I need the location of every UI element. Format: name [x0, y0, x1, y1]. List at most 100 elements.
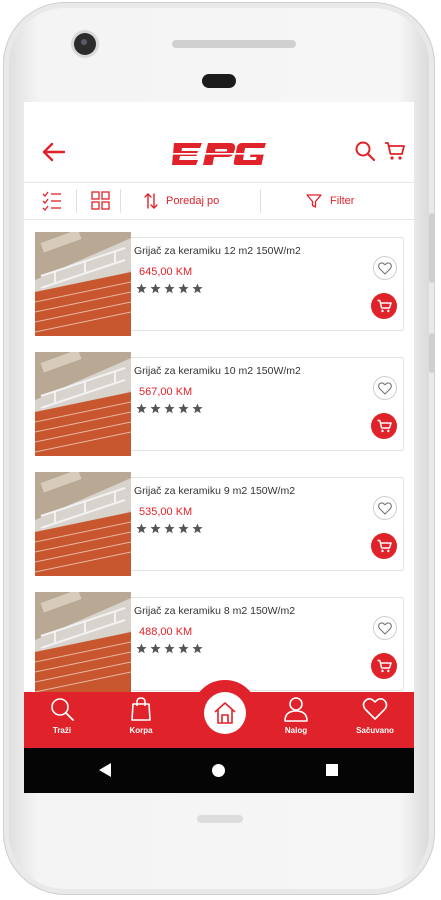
product-price: 488,00 KM: [139, 626, 193, 638]
star-icon: [192, 523, 203, 534]
favorite-button[interactable]: [373, 616, 397, 640]
rating-stars: [136, 403, 203, 414]
nav-label-bag: Korpa: [129, 726, 153, 735]
star-icon: [192, 403, 203, 414]
nav-label-account: Nalog: [284, 726, 308, 735]
app-bar: [24, 102, 414, 182]
home-icon: [214, 702, 236, 724]
toolbar-divider: [76, 189, 77, 213]
star-icon: [192, 283, 203, 294]
product-price: 645,00 KM: [139, 266, 193, 278]
rating-stars: [136, 523, 203, 534]
star-icon: [136, 643, 147, 654]
toolbar-divider: [260, 189, 261, 213]
volume-button: [429, 213, 435, 283]
product-price: 535,00 KM: [139, 506, 193, 518]
filter-icon: [306, 194, 322, 208]
product-name: Grijač za keramiku 9 m2 150W/m2: [134, 485, 296, 497]
star-icon: [164, 283, 175, 294]
earpiece-speaker: [172, 40, 296, 48]
cart-icon[interactable]: [384, 140, 406, 162]
star-icon: [150, 283, 161, 294]
search-icon: [51, 698, 74, 721]
star-icon: [164, 403, 175, 414]
product-name: Grijač za keramiku 8 m2 150W/m2: [134, 605, 296, 617]
product-card[interactable]: Grijač za keramiku 9 m2 150W/m2 535,00 K…: [35, 472, 404, 576]
product-name: Grijač za keramiku 12 m2 150W/m2: [134, 245, 301, 257]
star-icon: [150, 523, 161, 534]
product-image: [35, 592, 131, 692]
product-card[interactable]: Grijač za keramiku 10 m2 150W/m2 567,00 …: [35, 352, 404, 456]
add-to-cart-button[interactable]: [371, 533, 397, 559]
sort-button[interactable]: Poredaj po: [144, 190, 219, 212]
filter-button[interactable]: Filter: [306, 190, 354, 212]
proximity-sensor: [202, 74, 236, 88]
list-view-icon[interactable]: [40, 190, 64, 212]
epg-logo: [172, 143, 266, 165]
heart-icon: [378, 501, 392, 515]
add-to-cart-button[interactable]: [371, 653, 397, 679]
user-icon: [284, 697, 308, 722]
add-to-cart-button[interactable]: [371, 413, 397, 439]
cart-icon: [377, 539, 392, 553]
product-image: [35, 352, 131, 456]
star-icon: [178, 523, 189, 534]
nav-item-saved[interactable]: Sačuvano: [350, 696, 400, 744]
grid-view-icon[interactable]: [88, 190, 112, 212]
star-icon: [150, 643, 161, 654]
nav-item-account[interactable]: Nalog: [271, 696, 321, 744]
system-navigation-bar: [24, 748, 414, 793]
cart-icon: [377, 299, 392, 313]
product-image: [35, 232, 131, 336]
system-home-icon[interactable]: [212, 764, 225, 777]
nav-label-saved: Sačuvano: [356, 726, 394, 735]
heart-icon: [362, 698, 388, 720]
heart-icon: [378, 381, 392, 395]
home-button[interactable]: [192, 680, 258, 746]
product-price: 567,00 KM: [139, 386, 193, 398]
system-recents-icon[interactable]: [326, 764, 338, 776]
star-icon: [150, 403, 161, 414]
favorite-button[interactable]: [373, 496, 397, 520]
nav-item-bag[interactable]: Korpa: [116, 696, 166, 744]
heart-icon: [378, 261, 392, 275]
cart-icon: [377, 659, 392, 673]
rating-stars: [136, 283, 203, 294]
star-icon: [164, 523, 175, 534]
product-card[interactable]: Grijač za keramiku 12 m2 150W/m2 645,00 …: [35, 232, 404, 336]
power-button: [429, 333, 435, 373]
sort-label: Poredaj po: [166, 195, 220, 207]
heart-icon: [378, 621, 392, 635]
back-arrow-icon[interactable]: [40, 138, 68, 166]
star-icon: [164, 643, 175, 654]
bag-icon: [131, 697, 151, 721]
front-camera: [74, 33, 96, 55]
add-to-cart-button[interactable]: [371, 293, 397, 319]
star-icon: [192, 643, 203, 654]
list-toolbar: Poredaj po Filter: [24, 182, 414, 220]
bottom-speaker: [197, 815, 243, 823]
rating-stars: [136, 643, 203, 654]
product-name: Grijač za keramiku 10 m2 150W/m2: [134, 365, 301, 377]
product-list: Grijač za keramiku 12 m2 150W/m2 645,00 …: [24, 218, 414, 692]
nav-item-search[interactable]: Traži: [37, 696, 87, 744]
system-back-icon[interactable]: [97, 762, 113, 778]
product-image: [35, 472, 131, 576]
star-icon: [178, 403, 189, 414]
star-icon: [136, 403, 147, 414]
favorite-button[interactable]: [373, 256, 397, 280]
star-icon: [136, 523, 147, 534]
cart-icon: [377, 419, 392, 433]
star-icon: [178, 643, 189, 654]
product-card[interactable]: Grijač za keramiku 8 m2 150W/m2 488,00 K…: [35, 592, 404, 692]
sort-icon: [144, 193, 158, 209]
search-icon[interactable]: [354, 140, 376, 162]
toolbar-divider: [120, 189, 121, 213]
star-icon: [136, 283, 147, 294]
nav-label-search: Traži: [52, 726, 72, 735]
app-screen: Poredaj po Filter Grijač za keramiku 12 …: [24, 102, 414, 793]
favorite-button[interactable]: [373, 376, 397, 400]
home-button-inner: [204, 692, 246, 734]
star-icon: [178, 283, 189, 294]
filter-label: Filter: [330, 195, 355, 207]
